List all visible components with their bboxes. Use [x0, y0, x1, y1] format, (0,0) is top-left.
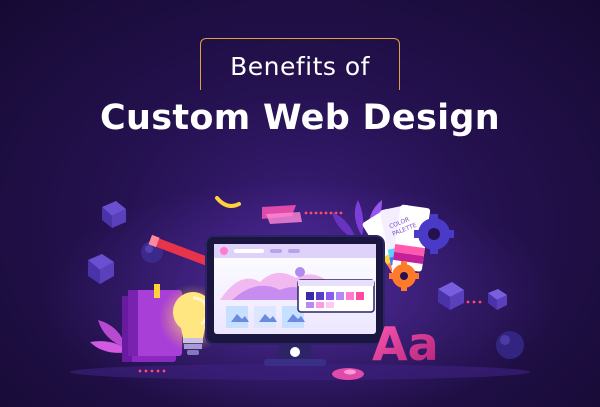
ball-highlight — [145, 245, 153, 253]
typography-aa-icon: Aa — [372, 317, 439, 371]
floating-ball-icon — [496, 331, 524, 359]
web-design-illustration: COLOR PALETTE Aa — [40, 180, 560, 407]
pink-ribbon-icon — [266, 212, 302, 224]
mouse-icon — [332, 368, 364, 380]
color-swatch-panel — [297, 279, 375, 313]
banner: Benefits of Custom Web Design COLOR PALE… — [0, 0, 600, 407]
ball-highlight — [500, 335, 510, 345]
floor-shadow — [70, 364, 530, 380]
